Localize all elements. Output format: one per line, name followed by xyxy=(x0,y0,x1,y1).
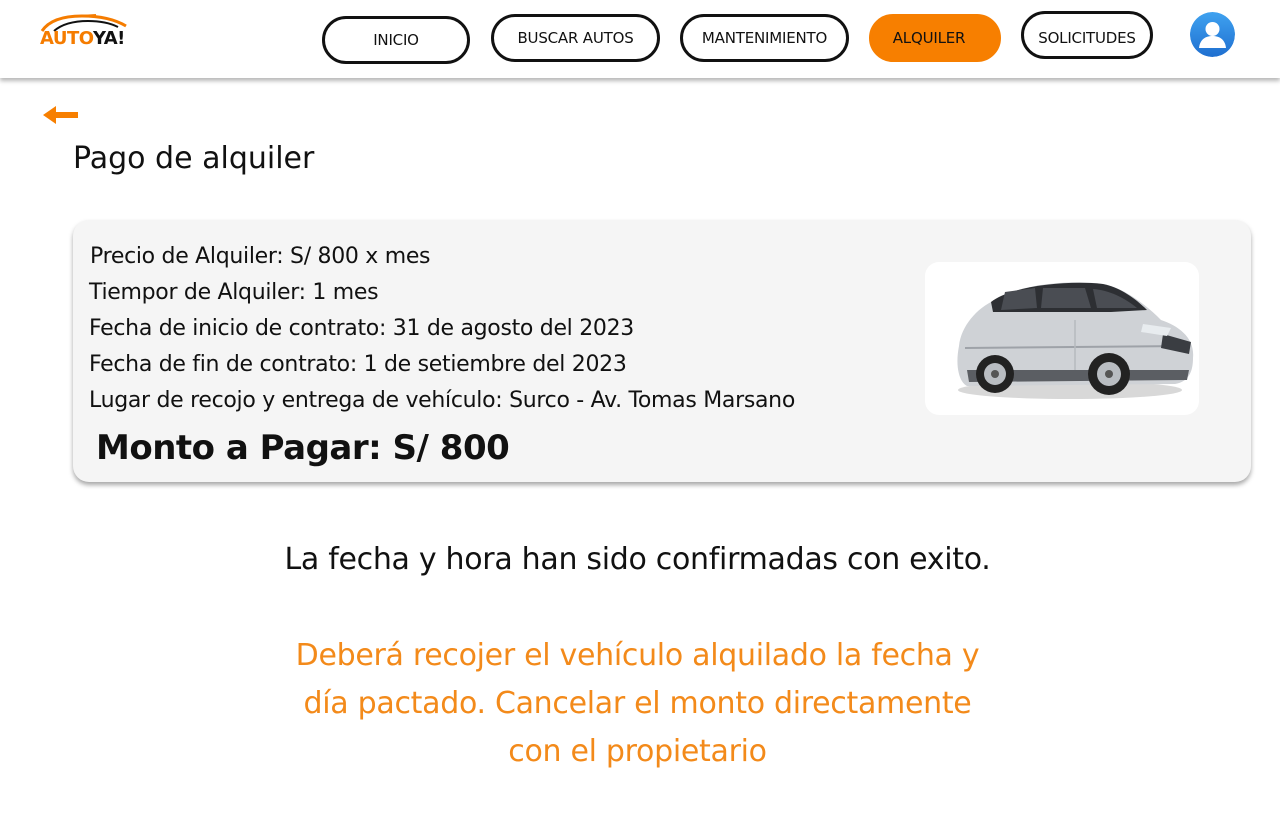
nav-buscar-autos-button[interactable]: BUSCAR AUTOS xyxy=(491,14,660,62)
vehicle-image xyxy=(925,262,1199,415)
user-avatar-icon[interactable] xyxy=(1190,12,1235,57)
logo-text: AUTOYA! xyxy=(40,28,125,50)
suv-car-icon xyxy=(957,282,1194,399)
rental-duration-text: Tiempor de Alquiler: 1 mes xyxy=(89,280,379,305)
pickup-instructions-message: Deberá recojer el vehículo alquilado la … xyxy=(295,638,980,769)
logo-text-auto: AUTO xyxy=(40,28,93,49)
contract-end-text: Fecha de fin de contrato: 1 de setiembre… xyxy=(89,352,627,377)
arrow-left-icon xyxy=(43,106,78,124)
contract-start-text: Fecha de inicio de contrato: 31 de agost… xyxy=(89,316,634,341)
autoya-logo[interactable]: AUTOYA! xyxy=(38,12,130,52)
user-silhouette-icon xyxy=(1190,12,1235,57)
top-navbar: AUTOYA! INICIO BUSCAR AUTOS MANTENIMIENT… xyxy=(0,0,1280,78)
rental-price-text: Precio de Alquiler: S/ 800 x mes xyxy=(90,244,431,269)
nav-mantenimiento-button[interactable]: MANTENIMIENTO xyxy=(680,14,849,62)
page-title: Pago de alquiler xyxy=(73,141,315,176)
confirmation-message: La fecha y hora han sido confirmadas con… xyxy=(284,542,991,577)
amount-to-pay: Monto a Pagar: S/ 800 xyxy=(96,428,510,468)
nav-inicio-button[interactable]: INICIO xyxy=(322,16,470,64)
logo-text-ya: YA! xyxy=(92,28,125,49)
nav-solicitudes-button[interactable]: SOLICITUDES xyxy=(1021,11,1153,59)
nav-alquiler-button[interactable]: ALQUILER xyxy=(869,14,1001,62)
pickup-location-text: Lugar de recojo y entrega de vehículo: S… xyxy=(89,388,795,413)
back-button[interactable] xyxy=(43,104,79,126)
